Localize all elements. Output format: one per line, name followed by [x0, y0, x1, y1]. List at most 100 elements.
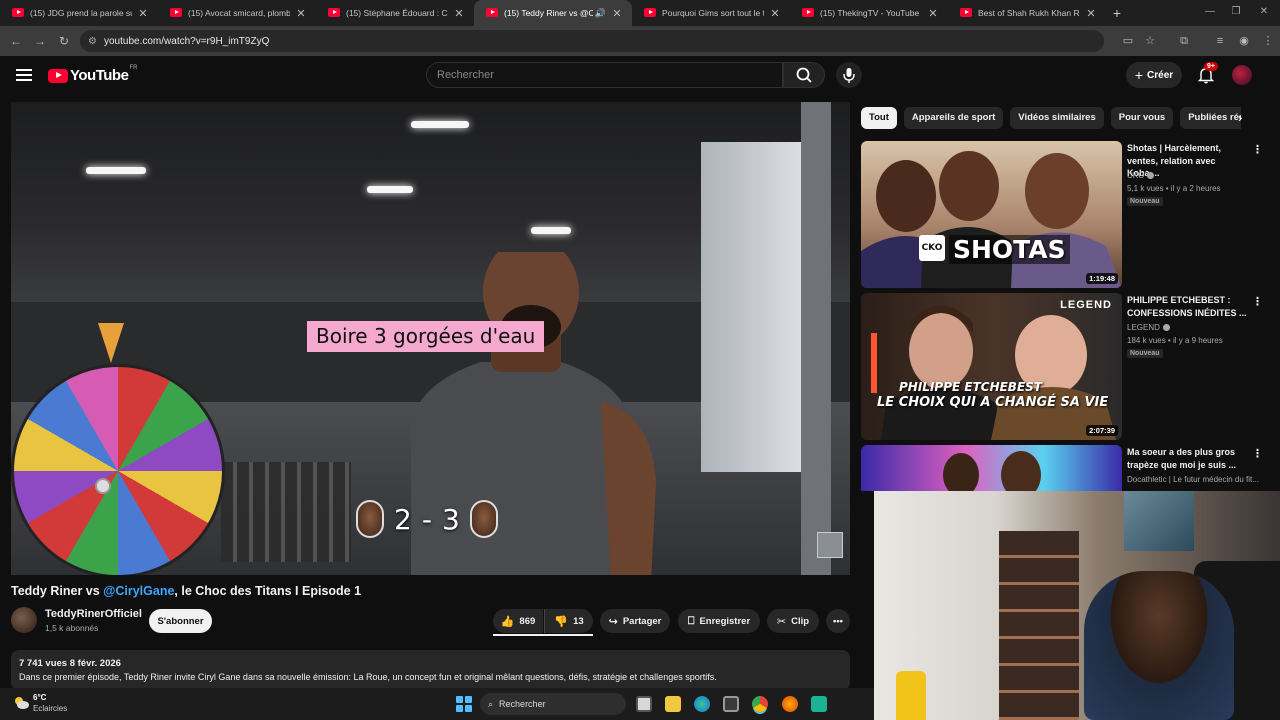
- recommendation-channel[interactable]: CKO: [1127, 171, 1155, 180]
- video-frame-pillar: [801, 102, 831, 575]
- profile-icon[interactable]: ◉: [1233, 30, 1255, 52]
- browser-tab-active[interactable]: (15) Teddy Riner vs @CirylG🔊 ✕: [474, 0, 632, 26]
- bookmark-star-icon[interactable]: ☆: [1139, 30, 1161, 52]
- more-vertical-icon[interactable]: ⋮: [1252, 447, 1263, 460]
- forward-icon[interactable]: →: [28, 34, 52, 48]
- tab-close-icon[interactable]: ✕: [452, 7, 466, 20]
- youtube-favicon-icon: [644, 8, 656, 17]
- chip-similar-videos[interactable]: Vidéos similaires: [1010, 107, 1104, 129]
- taskbar-search-input[interactable]: [499, 699, 610, 709]
- like-ratio-bar: [493, 634, 593, 636]
- score-right: 3: [441, 502, 460, 536]
- tab-close-icon[interactable]: ✕: [610, 7, 624, 20]
- media-control-icon[interactable]: ≡: [1209, 30, 1231, 52]
- webcam-bookshelf: [999, 531, 1079, 720]
- browser-menu-icon[interactable]: ⋮: [1257, 30, 1279, 52]
- clip-button[interactable]: ✂ Clip: [767, 609, 819, 633]
- maximize-icon[interactable]: ❐: [1224, 0, 1248, 26]
- task-view-icon[interactable]: [636, 696, 652, 712]
- chevron-right-icon[interactable]: ›: [1238, 110, 1242, 125]
- chip-sport-equipment[interactable]: Appareils de sport: [903, 107, 1004, 129]
- search-button[interactable]: [783, 62, 825, 88]
- cast-icon[interactable]: ▭: [1117, 30, 1139, 52]
- taskbar-search[interactable]: ⌕: [480, 693, 626, 715]
- chip-all[interactable]: Tout: [861, 107, 897, 129]
- voice-search-button[interactable]: [836, 62, 862, 88]
- browser-tab[interactable]: (15) Stéphane Édouard : Ce qu ✕: [316, 0, 474, 26]
- minimize-icon[interactable]: —: [1198, 0, 1222, 26]
- weather-cloud-sun-icon[interactable]: [12, 694, 30, 710]
- streamer-webcam: [874, 491, 1280, 720]
- reload-icon[interactable]: ↻: [52, 34, 76, 48]
- tab-label: (15) JDG prend la parole sur la: [30, 8, 132, 18]
- youtube-logo[interactable]: YouTube FR: [48, 65, 137, 84]
- channel-name[interactable]: TeddyRinerOfficiel: [45, 608, 142, 620]
- video-minithumbnail: [817, 532, 843, 558]
- verified-icon: [1162, 324, 1170, 332]
- windows-start-icon[interactable]: [456, 696, 472, 712]
- filter-chips: Tout Appareils de sport Vidéos similaire…: [861, 107, 1241, 129]
- tab-close-icon[interactable]: ✕: [768, 7, 782, 20]
- share-button[interactable]: ↪ Partager: [600, 609, 670, 633]
- video-player[interactable]: Boire 3 gorgées d'eau 2 - 3: [11, 102, 850, 575]
- app-icon[interactable]: [811, 696, 827, 712]
- back-icon[interactable]: ←: [4, 34, 28, 48]
- recommendation-thumbnail[interactable]: LEGEND PHILIPPE ETCHEBEST LE CHOIX QUI A…: [861, 293, 1122, 440]
- dislike-button[interactable]: 👎 13: [544, 609, 593, 633]
- menu-icon[interactable]: [16, 69, 32, 81]
- description-box[interactable]: 7 741 vues 8 févr. 2026 Dans ce premier …: [11, 650, 850, 690]
- browser-tab[interactable]: (15) JDG prend la parole sur la ✕: [0, 0, 158, 26]
- tab-close-icon[interactable]: ✕: [294, 7, 308, 20]
- recommendation-channel[interactable]: LEGEND: [1127, 323, 1170, 332]
- webcam-bottle: [896, 671, 926, 720]
- share-icon: ↪: [608, 615, 618, 628]
- subscribe-button[interactable]: S'abonner: [149, 609, 212, 633]
- speaker-icon[interactable]: 🔊: [595, 8, 606, 19]
- chip-for-you[interactable]: Pour vous: [1110, 107, 1174, 129]
- search-input[interactable]: [427, 63, 782, 87]
- dumbbell-rack: [221, 462, 351, 562]
- edge-browser-icon[interactable]: [694, 696, 710, 712]
- webcam-streamer: [1084, 571, 1234, 720]
- more-horizontal-icon: •••: [833, 615, 843, 627]
- close-window-icon[interactable]: ✕: [1252, 0, 1276, 26]
- ceiling-light: [367, 186, 413, 193]
- browser-tab[interactable]: Pourquoi Gims sort tout le tem ✕: [632, 0, 790, 26]
- chrome-browser-icon[interactable]: [752, 696, 768, 712]
- new-tab-icon[interactable]: +: [1106, 5, 1128, 21]
- channel-avatar[interactable]: [11, 607, 37, 633]
- recommendation-channel[interactable]: Docathletic | Le futur médecin du fit...: [1127, 475, 1259, 484]
- extensions-icon[interactable]: ⧉: [1173, 30, 1195, 52]
- chip-recently-uploaded[interactable]: Publiées récem: [1180, 107, 1241, 129]
- title-mention-link[interactable]: @CirylGane: [103, 584, 174, 598]
- like-button[interactable]: 👍 869: [493, 609, 543, 633]
- recommendation-thumbnail[interactable]: CKO SHOTAS 1:19:48: [861, 141, 1122, 288]
- ceiling-light: [411, 121, 469, 128]
- dislike-count: 13: [573, 615, 584, 627]
- create-button[interactable]: + Créer: [1126, 62, 1182, 88]
- firefox-icon[interactable]: [782, 696, 798, 712]
- tab-close-icon[interactable]: ✕: [926, 7, 940, 20]
- site-info-icon[interactable]: ⚙: [88, 36, 104, 47]
- browser-tab[interactable]: (15) Avocat smicard, plombier à ✕: [158, 0, 316, 26]
- recommendation-thumbnail[interactable]: [861, 445, 1122, 491]
- tab-close-icon[interactable]: ✕: [1084, 7, 1098, 20]
- account-avatar[interactable]: [1232, 65, 1252, 85]
- store-icon[interactable]: [723, 696, 739, 712]
- browser-tab[interactable]: Best of Shah Rukh Khan Roma ✕: [948, 0, 1106, 26]
- tab-label: (15) Stéphane Édouard : Ce qu: [346, 8, 448, 18]
- tab-label: (15) Avocat smicard, plombier à: [188, 8, 290, 18]
- more-vertical-icon[interactable]: ⋮: [1252, 143, 1263, 156]
- tab-label: (15) ThekingTV - YouTube: [820, 8, 920, 18]
- recommendation-title[interactable]: Ma soeur a des plus gros trapèze que moi…: [1127, 446, 1249, 471]
- save-button[interactable]: ⎕ Enregistrer: [678, 609, 760, 633]
- bookmark-icon: ⎕: [687, 614, 695, 627]
- more-actions-button[interactable]: •••: [826, 609, 850, 633]
- address-bar[interactable]: ⚙ youtube.com/watch?v=r9H_imT9ZyQ: [80, 30, 1104, 52]
- browser-tab[interactable]: (15) ThekingTV - YouTube ✕: [790, 0, 948, 26]
- more-vertical-icon[interactable]: ⋮: [1252, 295, 1263, 308]
- file-explorer-icon[interactable]: [665, 696, 681, 712]
- recommendation-title[interactable]: PHILIPPE ETCHEBEST : CONFESSIONS INÉDITE…: [1127, 294, 1249, 319]
- thumbnail-people: [871, 305, 1116, 440]
- tab-close-icon[interactable]: ✕: [136, 7, 150, 20]
